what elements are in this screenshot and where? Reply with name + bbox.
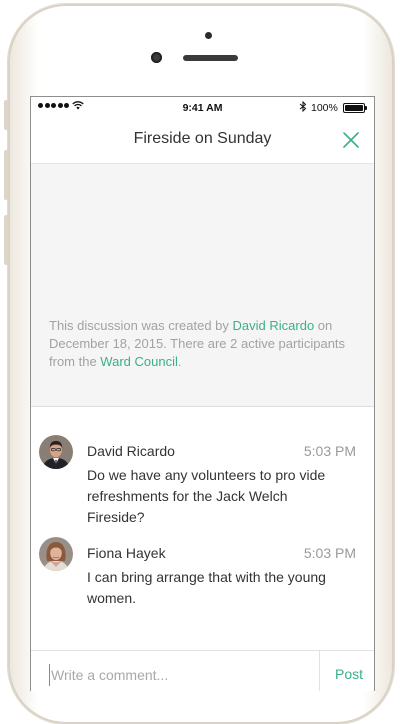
text-cursor xyxy=(49,664,50,686)
discussion-info-text: This discussion was created by David Ric… xyxy=(49,317,357,371)
avatar[interactable] xyxy=(39,537,73,571)
composer-divider xyxy=(319,651,320,691)
avatar-fiona-image xyxy=(39,537,73,571)
volume-up-button xyxy=(4,150,8,200)
discussion-info-panel: This discussion was created by David Ric… xyxy=(31,164,374,407)
message-timestamp: 5:03 PM xyxy=(303,545,356,561)
navigation-bar: Fireside on Sunday xyxy=(31,119,374,164)
avatar[interactable] xyxy=(39,435,73,469)
volume-down-button xyxy=(4,215,8,265)
message-text: I can bring arrange that with the young … xyxy=(87,569,326,606)
front-camera xyxy=(151,52,162,63)
battery-percentage: 100% xyxy=(311,102,338,114)
message-author: Fiona Hayek xyxy=(87,545,166,561)
battery-icon xyxy=(343,103,367,113)
mute-switch xyxy=(4,100,8,130)
comment-input[interactable] xyxy=(51,663,311,687)
message-timestamp: 5:03 PM xyxy=(303,443,356,459)
info-prefix: This discussion was created by xyxy=(49,318,233,333)
bluetooth-icon xyxy=(299,101,307,112)
proximity-sensor xyxy=(205,32,212,39)
page-title: Fireside on Sunday xyxy=(133,130,272,147)
comment-composer: Post xyxy=(31,650,374,691)
creator-link[interactable]: David Ricardo xyxy=(233,318,315,333)
message-text: Do we have any volunteers to pro vide re… xyxy=(87,467,326,525)
close-icon[interactable] xyxy=(342,131,360,149)
post-button[interactable]: Post xyxy=(329,666,369,682)
info-suffix: . xyxy=(177,354,182,369)
app-screen: 9:41 AM 100% Fireside on Sunday This dis… xyxy=(30,96,375,691)
message-author: David Ricardo xyxy=(87,443,175,459)
avatar-david-image xyxy=(39,435,73,469)
status-bar: 9:41 AM 100% xyxy=(31,97,374,119)
group-link[interactable]: Ward Council xyxy=(100,354,178,369)
earpiece-speaker xyxy=(183,55,238,61)
